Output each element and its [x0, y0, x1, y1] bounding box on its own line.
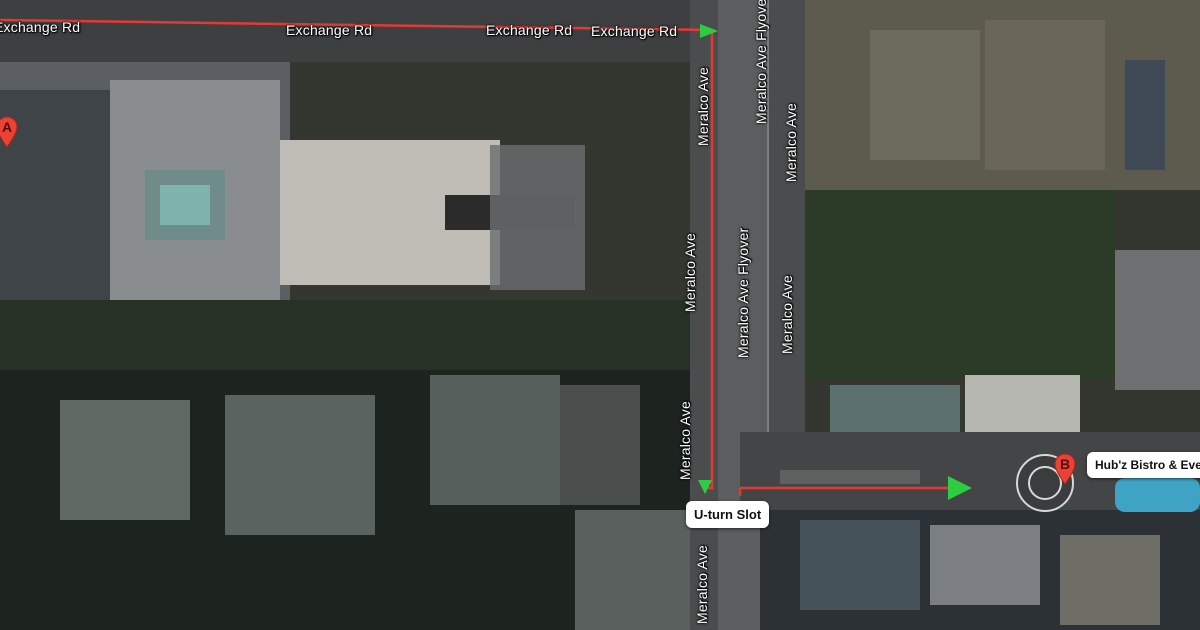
road-label-exchange-rd: Exchange Rd: [486, 22, 573, 38]
road-label-exchange-rd: Exchange Rd: [591, 23, 678, 39]
road-label-flyover: Meralco Ave Flyover: [753, 0, 769, 124]
uturn-slot-callout: U-turn Slot: [686, 501, 770, 528]
marker-b[interactable]: B: [1054, 453, 1076, 485]
road-label-exchange-rd: Exchange Rd: [286, 22, 373, 38]
marker-a-letter: A: [1, 119, 13, 135]
satellite-map[interactable]: Exchange Rd Exchange Rd Exchange Rd Exch…: [0, 0, 1200, 630]
road-label-meralco-ave: Meralco Ave: [682, 233, 698, 312]
route-line: [0, 18, 714, 490]
route-overlay: [0, 18, 972, 500]
road-label-meralco-ave-east: Meralco Ave: [779, 275, 795, 354]
marker-b-letter: B: [1059, 456, 1071, 472]
road-label-meralco-ave-east: Meralco Ave: [783, 103, 799, 182]
direction-arrow-icon: [948, 476, 972, 500]
marker-a[interactable]: A: [0, 116, 18, 148]
road-label-exchange-rd: Exchange Rd: [0, 19, 81, 35]
road-label-meralco-ave: Meralco Ave: [677, 401, 693, 480]
road-label-meralco-ave: Meralco Ave: [694, 545, 710, 624]
direction-arrow-icon: [700, 24, 718, 38]
road-label-flyover: Meralco Ave Flyover: [735, 227, 751, 358]
place-label-hubz-bistro[interactable]: Hub'z Bistro & Eve: [1087, 452, 1200, 478]
road-label-meralco-ave: Meralco Ave: [695, 67, 711, 146]
